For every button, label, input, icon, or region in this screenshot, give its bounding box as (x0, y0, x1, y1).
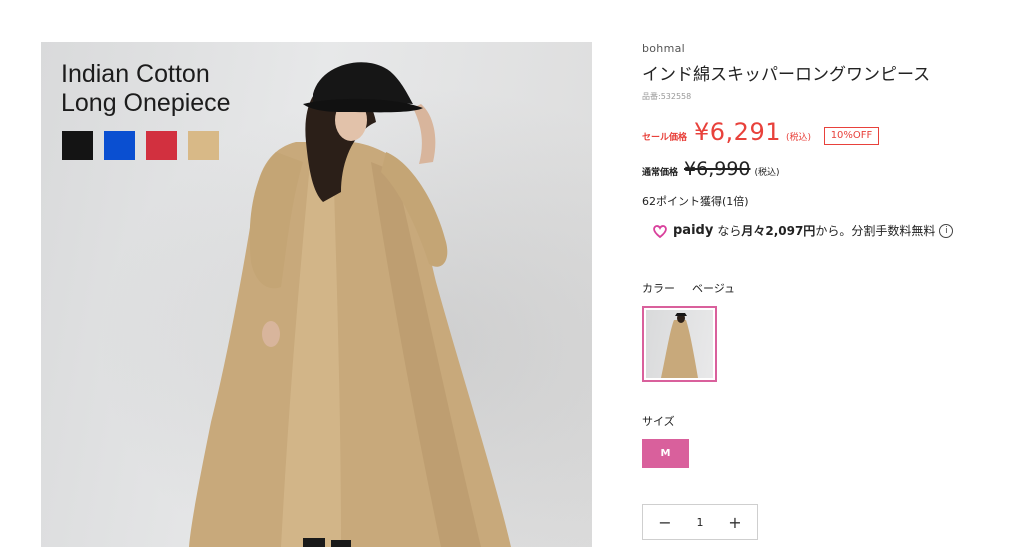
regular-tax-note: (税込) (754, 168, 780, 178)
color-label: カラー (642, 282, 675, 295)
product-sku: 品番:532558 (642, 92, 692, 101)
regular-price: ¥6,990 (684, 158, 751, 180)
product-info: bohmal インド綿スキッパーロングワンピース 品番:532558 セール価格… (642, 0, 1012, 547)
swatch-black (62, 131, 93, 160)
color-option-beige[interactable] (642, 306, 717, 382)
paidy-installment: paidy なら 月々2,097円 から。分割手数料無料 i (652, 222, 954, 239)
swatch-red (146, 131, 177, 160)
product-image[interactable]: Indian Cotton Long Onepiece (41, 42, 592, 547)
quantity-value[interactable]: 1 (697, 516, 704, 529)
swatch-beige (188, 131, 219, 160)
size-label: サイズ (642, 415, 675, 428)
quantity-decrease-button[interactable]: − (657, 513, 673, 532)
discount-badge: 10%OFF (824, 127, 879, 145)
color-selector-label: カラー ベージュ (642, 280, 735, 296)
paidy-monthly-amount: 月々2,097円 (741, 224, 816, 238)
product-title: インド綿スキッパーロングワンピース (642, 65, 931, 85)
color-selected-value: ベージュ (692, 282, 736, 295)
hero-title-line1: Indian Cotton (61, 60, 210, 88)
info-icon[interactable]: i (939, 223, 954, 238)
sale-price: ¥6,291 (694, 118, 781, 146)
brand-name[interactable]: bohmal (642, 42, 685, 55)
sale-tax-note: (税込) (786, 133, 812, 143)
sale-price-label: セール価格 (642, 133, 688, 143)
points-earned: 62ポイント獲得(1倍) (642, 195, 749, 208)
color-thumbnail-image (646, 310, 713, 378)
paidy-text-after: から。分割手数料無料 (815, 224, 936, 238)
quantity-increase-button[interactable]: + (727, 513, 743, 532)
paidy-wordmark: paidy (673, 223, 714, 238)
hero-title-line2: Long Onepiece (61, 89, 231, 117)
regular-price-row: 通常価格 ¥6,990 (税込) (642, 158, 780, 180)
sale-price-row: セール価格 ¥6,291 (税込) (642, 118, 811, 150)
hero-title: Indian Cotton Long Onepiece (61, 60, 231, 118)
color-swatches (62, 131, 219, 160)
quantity-stepper: − 1 + (642, 504, 758, 540)
regular-price-label: 通常価格 (642, 168, 679, 178)
paidy-logo-icon (653, 224, 667, 238)
paidy-text-before: なら (717, 224, 742, 238)
size-option-m[interactable]: M (642, 439, 689, 468)
swatch-blue (104, 131, 135, 160)
